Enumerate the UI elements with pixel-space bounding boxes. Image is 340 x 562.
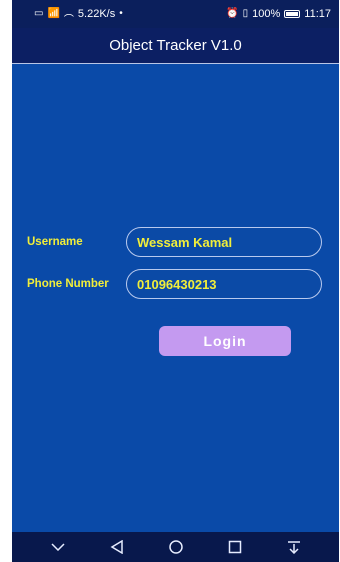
vibrate-icon: ▯ — [242, 8, 249, 19]
battery-percent: 100% — [252, 8, 281, 20]
phone-number-input[interactable]: 01096430213 — [126, 269, 322, 299]
notification-icon: • — [119, 8, 123, 19]
chevron-down-icon[interactable] — [46, 535, 70, 559]
battery-icon — [284, 10, 301, 18]
phone-screen: ▭ 📶 ︵ 5.22K/s • ⏰ ▯ 100% 11:17 Object Tr… — [12, 0, 339, 562]
login-button[interactable]: Login — [159, 326, 291, 356]
clock: 11:17 — [304, 8, 331, 20]
status-bar: ▭ 📶 ︵ 5.22K/s • ⏰ ▯ 100% 11:17 — [12, 0, 339, 28]
phone-number-label: Phone Number — [27, 278, 109, 290]
status-left: ▭ 📶 ︵ 5.22K/s • — [34, 8, 123, 20]
alarm-icon: ⏰ — [226, 8, 239, 19]
back-icon[interactable] — [105, 535, 129, 559]
username-label: Username — [27, 236, 83, 248]
navigation-bar — [12, 532, 339, 562]
network-speed: 5.22K/s — [77, 8, 116, 20]
signal-icon: 📶 — [47, 8, 60, 19]
username-input[interactable]: Wessam Kamal — [126, 227, 322, 257]
app-bar: Object Tracker V1.0 — [12, 28, 339, 64]
app-title: Object Tracker V1.0 — [109, 37, 242, 54]
wifi-icon: ︵ — [63, 8, 74, 19]
home-icon[interactable] — [164, 535, 188, 559]
recents-icon[interactable] — [223, 535, 247, 559]
notification-pull-icon[interactable] — [282, 535, 306, 559]
sim-icon: ▭ — [34, 8, 44, 19]
status-right: ⏰ ▯ 100% 11:17 — [226, 8, 331, 20]
